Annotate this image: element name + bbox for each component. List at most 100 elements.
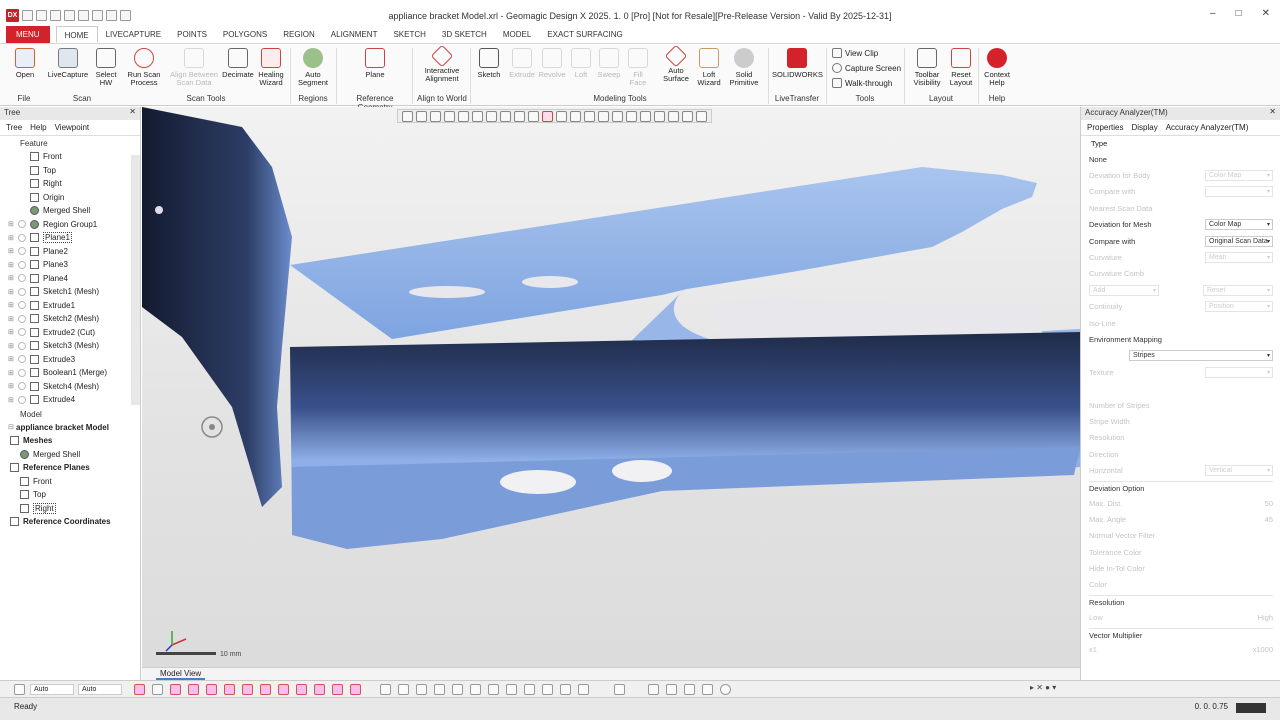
display-icon[interactable] — [696, 110, 707, 122]
visibility-icon[interactable] — [18, 233, 26, 242]
tab-tree[interactable]: Tree — [6, 123, 22, 132]
clip-icon[interactable] — [542, 684, 553, 695]
feature-item[interactable]: ⊞ Plane1 — [0, 231, 140, 245]
pan-icon[interactable] — [416, 684, 427, 695]
filter-tool-icon[interactable] — [314, 684, 325, 695]
feature-item[interactable]: ⊞ Plane4 — [0, 272, 140, 286]
accuracy-option-select[interactable] — [1205, 366, 1273, 378]
accuracy-option-row[interactable]: Iso-Line — [1089, 315, 1273, 331]
model-item[interactable]: Front — [0, 475, 140, 489]
accuracy-option-row[interactable]: Compare with Original Scan Data — [1089, 233, 1273, 249]
align-icon[interactable] — [648, 684, 659, 695]
feature-item[interactable]: ⊞ Extrude2 (Cut) — [0, 326, 140, 340]
rotate-icon[interactable] — [398, 684, 409, 695]
interactive-alignment-button[interactable]: Interactive Alignment — [420, 44, 464, 83]
visibility-icon[interactable] — [18, 287, 26, 296]
auto-segment-button[interactable]: Auto Segment — [296, 48, 330, 87]
feature-item[interactable]: Origin — [0, 191, 140, 205]
filter-tool-icon[interactable] — [152, 684, 163, 695]
expand-icon[interactable]: ⊞ — [8, 396, 16, 404]
selection-mode-select-1[interactable]: Auto — [30, 684, 74, 695]
filter-tool-icon[interactable] — [278, 684, 289, 695]
measure-icon[interactable] — [434, 684, 445, 695]
view-orientation-triad[interactable] — [201, 416, 223, 438]
close-icon[interactable]: ✕ — [129, 107, 136, 116]
accuracy-option-row[interactable]: Resolution — [1089, 430, 1273, 446]
tab-sketch[interactable]: SKETCH — [385, 26, 433, 43]
align-between-scan-button[interactable]: Align Between Scan Data — [168, 48, 220, 87]
accuracy-option-row[interactable]: Add Reset — [1089, 282, 1273, 298]
filter-tool-icon[interactable] — [224, 684, 235, 695]
accuracy-option-select[interactable]: Position — [1205, 301, 1273, 313]
solid-primitive-button[interactable]: Solid Primitive — [726, 48, 762, 87]
maximize-icon[interactable]: □ — [1236, 8, 1242, 19]
accuracy-option-row[interactable]: Environment Mapping — [1089, 331, 1273, 347]
tab-model[interactable]: MODEL — [495, 26, 539, 43]
visibility-icon[interactable] — [18, 220, 26, 229]
accuracy-option-select[interactable]: Vertical — [1205, 465, 1273, 477]
reset-button[interactable]: Reset — [1203, 284, 1273, 296]
visibility-icon[interactable] — [18, 301, 26, 310]
decimate-button[interactable]: Decimate — [222, 48, 254, 79]
view-clip-button[interactable]: View Clip — [832, 48, 878, 58]
filter-tool-icon[interactable] — [188, 684, 199, 695]
model-item[interactable]: Meshes — [0, 434, 140, 448]
brush-icon[interactable] — [626, 110, 637, 122]
view-cube-icon[interactable] — [416, 110, 427, 122]
lasso-icon[interactable] — [598, 110, 609, 122]
run-scan-process-button[interactable]: Run Scan Process — [126, 48, 162, 87]
visibility-icon[interactable] — [18, 328, 26, 337]
deviation-option-row[interactable]: Normal Vector Filter — [1089, 528, 1273, 544]
minimize-icon[interactable]: – — [1210, 8, 1216, 19]
clip-icon[interactable] — [488, 684, 499, 695]
accuracy-option-select[interactable]: Mean — [1205, 252, 1273, 264]
visibility-icon[interactable] — [18, 395, 26, 404]
section-icon[interactable] — [470, 684, 481, 695]
accuracy-option-row[interactable]: Compare with — [1089, 184, 1273, 200]
front-view-icon[interactable] — [430, 110, 441, 122]
left-view-icon[interactable] — [486, 110, 497, 122]
extend-icon[interactable] — [640, 110, 651, 122]
expand-icon[interactable]: ⊞ — [8, 288, 16, 296]
search-icon[interactable] — [452, 684, 463, 695]
feature-item[interactable]: ⊞ Sketch3 (Mesh) — [0, 339, 140, 353]
deviation-option-row[interactable]: Tolerance Color — [1089, 544, 1273, 560]
plane-button[interactable]: Plane — [360, 48, 390, 79]
bottom-view-icon[interactable] — [514, 110, 525, 122]
accuracy-option-row[interactable]: Stripes — [1089, 348, 1273, 364]
tab-alignment[interactable]: ALIGNMENT — [323, 26, 386, 43]
accuracy-option-row[interactable]: Stripe Width — [1089, 413, 1273, 429]
filter-tool-icon[interactable] — [170, 684, 181, 695]
fit-icon[interactable] — [402, 110, 413, 122]
expand-icon[interactable]: ⊞ — [8, 274, 16, 282]
model-item[interactable]: Right — [0, 502, 140, 516]
filter-tool-icon[interactable] — [260, 684, 271, 695]
feature-item[interactable]: ⊞ Extrude4 — [0, 393, 140, 407]
expand-icon[interactable]: ⊞ — [8, 369, 16, 377]
fill-face-button[interactable]: Fill Face — [628, 48, 648, 87]
tab-accuracy-analyzer[interactable]: Accuracy Analyzer(TM) — [1166, 123, 1249, 132]
accuracy-option-row[interactable]: Curvature Mean — [1089, 249, 1273, 265]
clip-icon[interactable] — [506, 684, 517, 695]
tab-display[interactable]: Display — [1131, 123, 1157, 132]
expand-icon[interactable]: ⊞ — [8, 315, 16, 323]
feature-item[interactable]: ⊞ Sketch1 (Mesh) — [0, 285, 140, 299]
feature-item[interactable]: ⊞ Plane2 — [0, 245, 140, 259]
model-item[interactable]: Reference Coordinates — [0, 515, 140, 529]
accuracy-option-row[interactable]: Continuity Position — [1089, 299, 1273, 315]
feature-item[interactable]: ⊞ Boolean1 (Merge) — [0, 366, 140, 380]
expand-icon[interactable]: ⊞ — [8, 342, 16, 350]
close-icon[interactable]: ✕ — [1269, 107, 1276, 116]
feature-item[interactable]: ⊞ Extrude3 — [0, 353, 140, 367]
livecapture-button[interactable]: LiveCapture — [46, 48, 90, 79]
deviation-option-row[interactable]: Hide In-Tol Color — [1089, 560, 1273, 576]
vector-slider[interactable]: x1 x1000 — [1089, 642, 1273, 658]
paint-icon[interactable] — [612, 110, 623, 122]
visibility-icon[interactable] — [18, 260, 26, 269]
accuracy-option-row[interactable]: Horizontal Vertical — [1089, 462, 1273, 478]
deviation-option-value[interactable]: 45 — [1265, 515, 1273, 524]
light-icon[interactable] — [654, 110, 665, 122]
tab-home[interactable]: HOME — [55, 26, 98, 43]
select-hw-button[interactable]: Select HW — [92, 48, 120, 87]
accuracy-option-select[interactable] — [1205, 186, 1273, 198]
